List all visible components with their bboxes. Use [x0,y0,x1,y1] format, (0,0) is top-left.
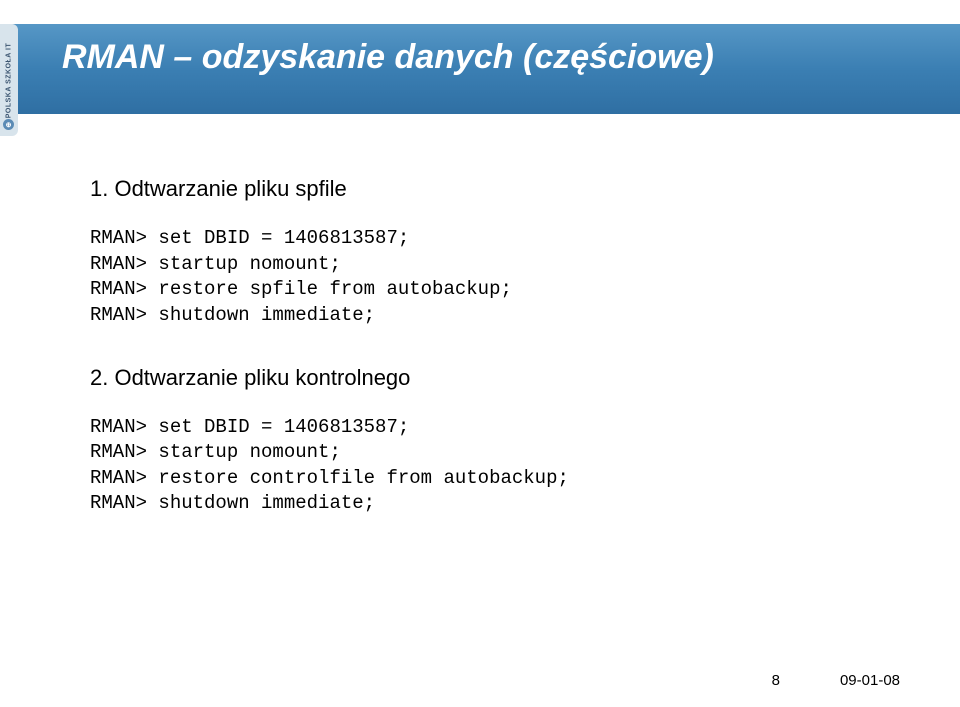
footer: 8 09-01-08 [772,672,900,689]
content-area: 1. Odtwarzanie pliku spfile RMAN> set DB… [90,176,900,553]
code-block-1: RMAN> set DBID = 1406813587; RMAN> start… [90,226,900,329]
code-block-2: RMAN> set DBID = 1406813587; RMAN> start… [90,415,900,518]
page-number: 8 [772,672,780,689]
section-heading-2: 2. Odtwarzanie pliku kontrolnego [90,365,900,391]
brand-icon: ⊕ [3,119,14,130]
section-heading-1: 1. Odtwarzanie pliku spfile [90,176,900,202]
sidebar-brand-text: POLSKA SZKOŁA IT [6,42,13,118]
page-title: RMAN – odzyskanie danych (częściowe) [62,38,714,77]
sidebar-brand-tab: POLSKA SZKOŁA IT ⊕ [0,24,18,136]
footer-date: 09-01-08 [840,672,900,689]
